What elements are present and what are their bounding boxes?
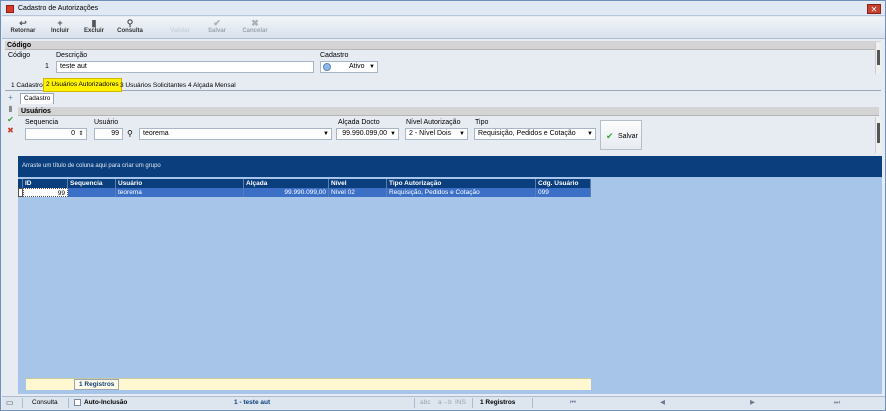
tipo-label: Tipo xyxy=(475,119,489,126)
confirm-icon[interactable]: ✔ xyxy=(6,115,15,124)
status-mode: Consulta xyxy=(32,399,58,406)
status-bar: ▭ Consulta Auto-Inclusão 1 - teste aut a… xyxy=(2,396,885,409)
usuario-name-select[interactable]: teorema ▼ xyxy=(139,128,332,140)
search-icon: ⚲ xyxy=(126,18,134,28)
codigo-section-header: Código xyxy=(5,41,881,50)
indicator-ins: INS xyxy=(455,399,466,406)
sequencia-label: Sequencia xyxy=(25,119,59,126)
cell-id[interactable]: 99 xyxy=(23,188,68,197)
tab-alcada-mensal[interactable]: 4 Alçada Mensal xyxy=(186,80,238,91)
cell-alcada[interactable]: 99.990.099,00 xyxy=(244,188,329,197)
record-count: 1 Registros xyxy=(74,379,120,390)
sequencia-stepper[interactable]: 0 ⇕ xyxy=(25,128,87,140)
cadastro-label: Cadastro xyxy=(320,52,349,59)
stepper-icon[interactable]: ⇕ xyxy=(77,130,85,138)
tab-bar: 1 Cadastro 2 Usuários Autorizadores 3 Us… xyxy=(5,78,881,92)
chevron-down-icon: ▼ xyxy=(390,131,396,137)
descricao-field[interactable]: teste aut xyxy=(56,61,314,73)
top-scrollbar[interactable] xyxy=(875,42,881,74)
table-row[interactable]: 99 teorema 99.990.099,00 Nível 02 Requis… xyxy=(18,188,591,197)
app-icon xyxy=(6,5,14,13)
tipo-select[interactable]: Requisição, Pedidos e Cotação ▼ xyxy=(474,128,596,140)
col-id[interactable]: ID xyxy=(23,179,68,188)
alcada-field[interactable]: 99.990.099,00 ▼ xyxy=(336,128,399,140)
chevron-down-icon: ▼ xyxy=(323,131,329,137)
col-nivel[interactable]: Nível xyxy=(329,179,387,188)
validate-icon xyxy=(166,18,194,28)
indicator-abc: abc xyxy=(420,399,431,406)
check-icon: ✔ xyxy=(213,18,221,28)
main-window: Cadastro de Autorizações ✕ ↩ Retornar + In… xyxy=(0,0,886,411)
chevron-down-icon: ▼ xyxy=(587,131,593,137)
data-grid: Arraste um título de coluna aqui para cr… xyxy=(18,156,882,394)
current-record: 1 - teste aut xyxy=(234,399,271,406)
return-button[interactable]: ↩ Retornar xyxy=(6,18,40,38)
side-toolbar: + ▮ ✔ ✖ xyxy=(5,92,16,137)
scroll-thumb[interactable] xyxy=(877,123,880,143)
usuario-code-field[interactable]: 99 xyxy=(94,128,123,140)
next-record-icon[interactable]: ▶ xyxy=(750,397,755,409)
return-icon: ↩ xyxy=(19,18,27,28)
cadastro-status-select[interactable]: Ativo ▼ xyxy=(320,61,378,73)
chevron-down-icon: ▼ xyxy=(459,131,465,137)
codigo-label: Código xyxy=(8,52,31,59)
cancel-row-icon[interactable]: ✖ xyxy=(6,126,15,135)
col-tipo-autorizacao[interactable]: Tipo Autorização xyxy=(387,179,536,188)
cancel-button[interactable]: ✖ Cancelar xyxy=(238,18,272,38)
col-cdg-usuario[interactable]: Cdg. Usuário xyxy=(536,179,591,188)
cell-cdg-usuario[interactable]: 099 xyxy=(536,188,591,197)
add-button[interactable]: + Incluir xyxy=(46,18,74,38)
chevron-down-icon: ▼ xyxy=(369,64,375,70)
tab-usuarios-autorizadores[interactable]: 2 Usuários Autorizadores xyxy=(43,78,122,92)
search-button[interactable]: ⚲ Consulta xyxy=(114,18,146,38)
cell-nivel[interactable]: Nível 02 xyxy=(329,188,387,197)
save-toolbar-button[interactable]: ✔ Salvar xyxy=(204,18,230,38)
delete-button[interactable]: ▮ Excluir xyxy=(80,18,108,38)
cell-sequencia[interactable] xyxy=(68,188,116,197)
tab-cadastro[interactable]: 1 Cadastro xyxy=(9,80,45,91)
usuarios-section-header: Usuários xyxy=(18,107,879,116)
window-title: Cadastro de Autorizações xyxy=(18,5,99,12)
cancel-icon: ✖ xyxy=(251,18,259,28)
prev-record-icon[interactable]: ◀ xyxy=(660,397,665,409)
codigo-value: 1 xyxy=(45,63,49,70)
scroll-thumb[interactable] xyxy=(877,50,880,65)
cell-usuario[interactable]: teorema xyxy=(116,188,244,197)
col-usuario[interactable]: Usuário xyxy=(116,179,244,188)
tab-usuarios-solicitantes[interactable]: 3 Usuários Solicitantes xyxy=(118,80,188,91)
col-sequencia[interactable]: Sequencia xyxy=(68,179,116,188)
descricao-label: Descrição xyxy=(56,52,88,59)
user-search-icon[interactable]: ⚲ xyxy=(127,129,133,138)
check-icon: ✔ xyxy=(606,131,614,141)
grid-footer: 1 Registros xyxy=(26,378,591,390)
save-button[interactable]: ✔ Salvar xyxy=(600,120,642,150)
status-circle-icon xyxy=(323,63,331,71)
nivel-label: Nível Autorização xyxy=(406,119,461,126)
keyboard-icon: ▭ xyxy=(6,398,14,407)
usuarios-scrollbar[interactable] xyxy=(875,117,881,153)
subtab-cadastro[interactable]: Cadastro xyxy=(20,93,55,104)
add-row-icon[interactable]: + xyxy=(6,93,15,102)
nivel-select[interactable]: 2 - Nível Dois ▼ xyxy=(405,128,468,140)
grid-header: ID Sequencia Usuário Alçada Nível Tipo A… xyxy=(18,179,591,188)
last-record-icon[interactable]: ⏭ xyxy=(834,397,840,409)
close-button[interactable]: ✕ xyxy=(867,4,881,14)
delete-row-icon[interactable]: ▮ xyxy=(6,104,15,113)
indicator-replace: a→b xyxy=(438,399,452,406)
plus-icon: + xyxy=(57,18,63,28)
toolbar: ↩ Retornar + Incluir ▮ Excluir ⚲ Consulta Va… xyxy=(2,17,885,39)
status-records: 1 Registros xyxy=(480,399,516,406)
validate-button[interactable]: Validar xyxy=(166,18,194,38)
title-bar: Cadastro de Autorizações ✕ xyxy=(2,2,885,16)
col-alcada[interactable]: Alçada xyxy=(244,179,329,188)
alcada-label: Alçada Docto xyxy=(338,119,380,126)
first-record-icon[interactable]: ⏮ xyxy=(570,397,576,409)
trash-icon: ▮ xyxy=(91,18,97,28)
usuario-label: Usuário xyxy=(94,119,119,126)
cell-tipo-autorizacao[interactable]: Requisição, Pedidos e Cotação xyxy=(387,188,536,197)
group-by-bar[interactable]: Arraste um título de coluna aqui para cr… xyxy=(18,156,882,177)
auto-inclusao-checkbox[interactable] xyxy=(74,399,81,406)
auto-inclusao-label: Auto-Inclusão xyxy=(84,399,128,406)
